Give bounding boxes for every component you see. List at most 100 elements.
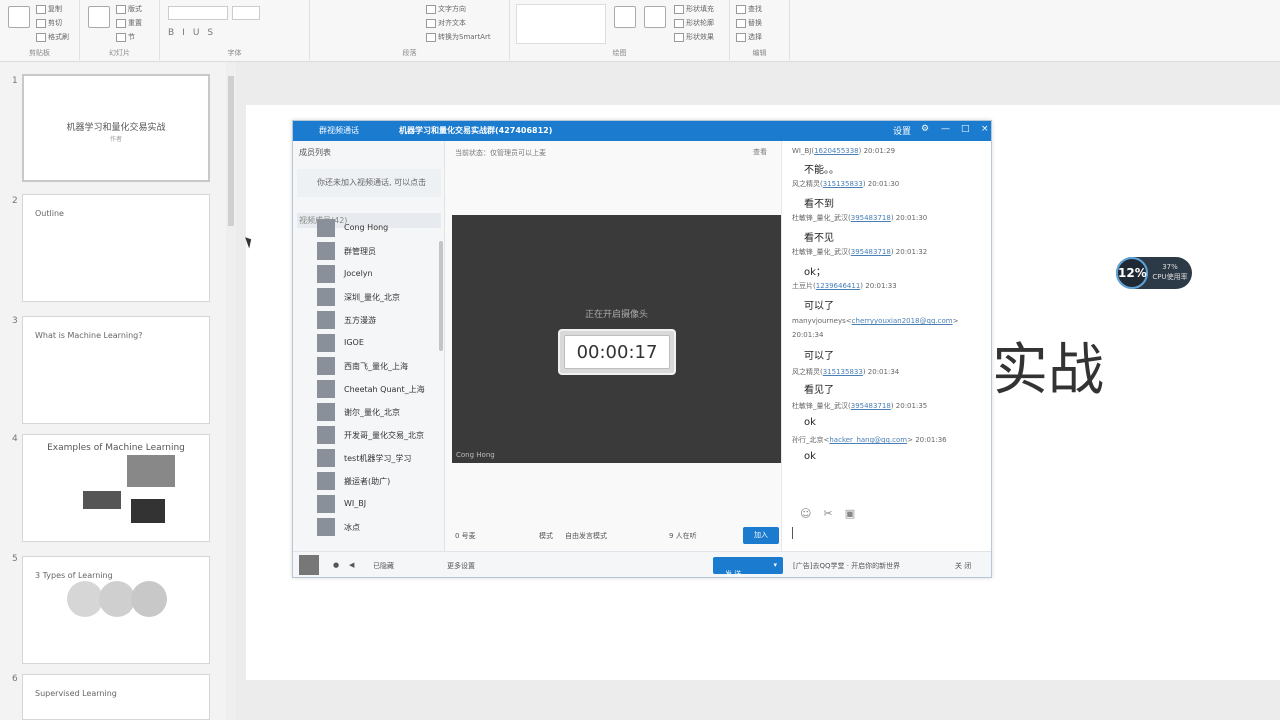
minimize-icon[interactable]: — bbox=[941, 124, 950, 134]
shapes-gallery[interactable] bbox=[516, 4, 606, 44]
slide-number: 2 bbox=[12, 196, 18, 206]
cpu-label: CPU使用率 bbox=[1152, 273, 1188, 281]
more-settings-button[interactable]: 更多设置 bbox=[447, 561, 475, 571]
reset-button[interactable]: 重置 bbox=[116, 18, 142, 28]
shape-fill-button[interactable]: 形状填充 bbox=[674, 4, 714, 14]
select-button[interactable]: 选择 bbox=[736, 32, 762, 42]
slide-thumbnail-2[interactable]: Outline bbox=[22, 194, 210, 302]
message-meta: 风之精灵(315135833) 20:01:34 bbox=[792, 368, 900, 376]
slide-thumbnail-5[interactable]: 3 Types of Learning bbox=[22, 556, 210, 664]
message-text: ok； bbox=[804, 267, 826, 278]
settings-button[interactable]: 设置 bbox=[893, 124, 911, 137]
ad-link[interactable]: [广告]去QQ学堂 · 开启你的新世界 bbox=[793, 561, 900, 571]
ribbon-group-paragraph: 文字方向 对齐文本 转换为SmartArt 段落 bbox=[310, 0, 510, 60]
join-button[interactable]: 加入 bbox=[743, 527, 779, 544]
call-timer-value: 00:00:17 bbox=[564, 335, 670, 369]
new-slide-icon[interactable] bbox=[88, 6, 110, 28]
slide-thumbnail-3[interactable]: What is Machine Learning? bbox=[22, 316, 210, 424]
message-text: 看不见 bbox=[804, 233, 834, 244]
message-text: ok bbox=[804, 417, 816, 428]
member-scrollbar[interactable] bbox=[439, 241, 443, 351]
avatar[interactable] bbox=[299, 555, 319, 575]
speaker-icon[interactable]: ◀ bbox=[349, 561, 354, 569]
cut-button[interactable]: 剪切 bbox=[36, 18, 62, 28]
avatar bbox=[317, 219, 335, 237]
thumb-image bbox=[127, 455, 175, 487]
section-button[interactable]: 节 bbox=[116, 32, 135, 42]
text-direction-button[interactable]: 文字方向 bbox=[426, 4, 466, 14]
slide-title-text[interactable]: 实战 bbox=[992, 325, 1104, 406]
view-button[interactable]: 查看 bbox=[753, 147, 767, 157]
message-text: 可以了 bbox=[804, 301, 834, 312]
slide-thumbnail-4[interactable]: Examples of Machine Learning bbox=[22, 434, 210, 542]
quick-styles-icon[interactable] bbox=[644, 6, 666, 28]
arrange-icon[interactable] bbox=[614, 6, 636, 28]
format-painter-button[interactable]: 格式刷 bbox=[36, 32, 69, 42]
thumb-title: Supervised Learning bbox=[35, 689, 117, 698]
layout-button[interactable]: 版式 bbox=[116, 4, 142, 14]
replace-button[interactable]: 替换 bbox=[736, 18, 762, 28]
message-meta: 杜敏锋_量化_武汉(395483718) 20:01:35 bbox=[792, 402, 928, 410]
slide-number: 3 bbox=[12, 316, 18, 326]
qq-title-bar: 群视频通话 机器学习和量化交易实战群(427406812) 设置 ⚙ — □ × bbox=[293, 121, 991, 141]
slide-thumbnail-1[interactable]: 机器学习和量化交易实战 作者 bbox=[22, 74, 210, 182]
ribbon-group-clipboard: 复制 剪切 格式刷 剪贴板 bbox=[0, 0, 80, 60]
send-button[interactable]: 发 送 ▾ bbox=[713, 557, 783, 578]
mode-select[interactable]: 自由发言模式 bbox=[565, 531, 607, 541]
paste-icon[interactable] bbox=[8, 6, 30, 28]
thumb-circle bbox=[99, 581, 135, 617]
slide-thumbnail-6[interactable]: Supervised Learning bbox=[22, 674, 210, 720]
message-meta: 孙行_北京<hacker_hang@qq.com> 20:01:36 bbox=[792, 436, 947, 444]
voice-hidden-label[interactable]: 已隐藏 bbox=[373, 561, 394, 571]
recorder-widget[interactable]: 12% 37% CPU使用率 bbox=[1116, 257, 1192, 289]
thumbnail-scrollbar[interactable] bbox=[226, 62, 236, 720]
slide-number: 6 bbox=[12, 674, 18, 684]
font-size-select[interactable] bbox=[232, 6, 260, 20]
ribbon-group-drawing: 形状填充 形状轮廓 形状效果 绘图 bbox=[510, 0, 730, 60]
status-text: 当前状态：仅管理员可以上麦 bbox=[455, 149, 546, 157]
shape-effects-button[interactable]: 形状效果 bbox=[674, 32, 714, 42]
chevron-down-icon[interactable]: ▾ bbox=[773, 557, 777, 574]
video-area[interactable]: 正在开启摄像头 00:00:17 Cong Hong bbox=[452, 215, 781, 463]
ribbon-group-label: 绘图 bbox=[612, 49, 627, 57]
member-panel: 成员列表 你还未加入视频通话, 可以点击 视频成员(42) Cong Hong … bbox=[293, 141, 445, 551]
slide-number: 4 bbox=[12, 434, 18, 444]
ribbon-group-label: 编辑 bbox=[752, 49, 767, 57]
smartart-button[interactable]: 转换为SmartArt bbox=[426, 32, 491, 42]
shape-outline-button[interactable]: 形状轮廓 bbox=[674, 18, 714, 28]
tab-group-video[interactable]: 群视频通话 bbox=[319, 125, 359, 136]
recorder-info: 37% CPU使用率 bbox=[1152, 262, 1188, 282]
thumb-circle bbox=[67, 581, 103, 617]
join-hint[interactable]: 你还未加入视频通话, 可以点击 bbox=[297, 169, 441, 197]
align-text-button[interactable]: 对齐文本 bbox=[426, 18, 466, 28]
close-button[interactable]: 关 闭 bbox=[955, 561, 971, 571]
copy-button[interactable]: 复制 bbox=[36, 4, 62, 14]
scrollbar-thumb[interactable] bbox=[228, 76, 234, 226]
message-text: 看不到 bbox=[804, 199, 834, 210]
maximize-icon[interactable]: □ bbox=[961, 124, 970, 134]
message-text: 看见了 bbox=[804, 385, 834, 396]
qq-group-video-window: 群视频通话 机器学习和量化交易实战群(427406812) 设置 ⚙ — □ ×… bbox=[292, 120, 992, 578]
emoji-icon[interactable]: ☺ bbox=[800, 507, 811, 520]
thumb-subtitle: 作者 bbox=[109, 136, 122, 143]
font-name-select[interactable] bbox=[168, 6, 228, 20]
recorder-percent: 12% bbox=[1116, 257, 1148, 289]
scissors-icon[interactable]: ✂ bbox=[823, 507, 832, 520]
thumb-image bbox=[131, 499, 165, 523]
qq-bottom-bar: ● ◀ 已隐藏 更多设置 发 送 ▾ [广告]去QQ学堂 · 开启你的新世界 关 … bbox=[293, 551, 991, 578]
chat-input[interactable] bbox=[792, 527, 793, 539]
share-icon[interactable]: ⚙ bbox=[921, 124, 929, 134]
tab-group-room[interactable]: 机器学习和量化交易实战群(427406812) bbox=[399, 125, 552, 136]
mic-icon[interactable]: ● bbox=[333, 561, 339, 569]
font-style-buttons[interactable]: BIUS bbox=[168, 28, 221, 38]
close-icon[interactable]: × bbox=[981, 124, 989, 134]
avatar bbox=[317, 403, 335, 421]
member-list-header[interactable]: 成员列表 bbox=[293, 141, 444, 164]
find-button[interactable]: 查找 bbox=[736, 4, 762, 14]
chat-toolbar: ☺ ✂ ▣ bbox=[800, 507, 867, 520]
mic-slot[interactable]: 0 号麦 bbox=[455, 531, 476, 541]
slide-thumbnail-pane: 1 机器学习和量化交易实战 作者 2 Outline 3 What is Mac… bbox=[0, 62, 226, 720]
message-text: 可以了 bbox=[804, 351, 834, 362]
image-icon[interactable]: ▣ bbox=[845, 507, 855, 520]
message-meta: 杜敏锋_量化_武汉(395483718) 20:01:32 bbox=[792, 248, 928, 256]
